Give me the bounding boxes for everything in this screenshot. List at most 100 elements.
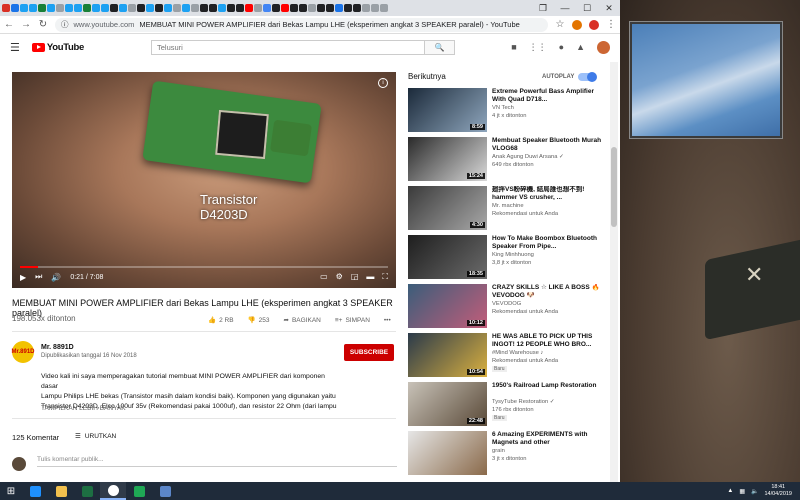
scroll-thumb[interactable] — [611, 147, 617, 227]
tab-favicon-icon[interactable] — [56, 4, 64, 12]
tab-favicon-icon[interactable] — [92, 4, 100, 12]
clock[interactable]: 18:41 14/04/2019 — [764, 484, 792, 498]
create-video-icon[interactable]: ■ — [511, 42, 516, 52]
recommendation-title[interactable]: HE WAS ABLE TO PICK UP THIS INGOT! 12 PE… — [492, 333, 604, 349]
tab-favicon-icon[interactable] — [326, 4, 334, 12]
tab-favicon-icon[interactable] — [299, 4, 307, 12]
volume-tray-icon[interactable]: 🔈 — [751, 488, 758, 495]
video-player[interactable]: Transistor D4203D i ▶ ⏭ 🔊 0:21 / 7:08 ▭ … — [12, 72, 396, 288]
tab-favicon-icon[interactable] — [20, 4, 28, 12]
recommendation-title[interactable]: Extreme Powerful Bass Amplifier With Qua… — [492, 88, 604, 104]
search-input[interactable] — [151, 39, 425, 55]
channel-avatar[interactable]: Mr.891D — [12, 341, 35, 363]
taskbar-app-excel[interactable] — [74, 482, 100, 500]
dislike-button[interactable]: 👎 253 — [248, 316, 270, 325]
youtube-logo[interactable]: YouTube — [31, 42, 84, 53]
recommendation-item[interactable]: 10:12 CRAZY SKILLS ☆ LIKE A BOSS 🔥 VEVOD… — [408, 284, 608, 333]
video-thumbnail[interactable]: 4:30 — [408, 186, 487, 230]
video-thumbnail[interactable]: 10:54 — [408, 333, 487, 377]
tab-favicon-icon[interactable] — [245, 4, 253, 12]
search-button[interactable]: 🔍 — [425, 39, 455, 55]
network-icon[interactable]: ▦ — [739, 488, 745, 495]
forward-icon[interactable]: → — [21, 19, 31, 30]
video-thumbnail[interactable]: 22:48 — [408, 382, 487, 426]
close-icon[interactable]: ✕ — [598, 0, 620, 16]
video-thumbnail[interactable] — [408, 431, 487, 475]
toggle-switch[interactable] — [578, 72, 598, 82]
tab-favicon-icon[interactable] — [362, 4, 370, 12]
recommendation-title[interactable]: 6 Amazing EXPERIMENTS with Magnets and o… — [492, 431, 604, 447]
tab-favicon-icon[interactable] — [47, 4, 55, 12]
tab-favicon-icon[interactable] — [371, 4, 379, 12]
recommendation-item[interactable]: 10:54 HE WAS ABLE TO PICK UP THIS INGOT!… — [408, 333, 608, 382]
miniplayer-icon[interactable]: ◲ — [351, 272, 359, 282]
maximize-icon[interactable]: ☐ — [576, 0, 598, 16]
settings-gear-icon[interactable]: ⚙ — [336, 272, 343, 282]
notifications-bell-icon[interactable]: ▲ — [576, 42, 585, 52]
tab-favicon-icon[interactable] — [164, 4, 172, 12]
bookmark-star-icon[interactable]: ☆ — [555, 19, 565, 30]
tab-favicon-icon[interactable] — [290, 4, 298, 12]
messages-icon[interactable]: ● — [559, 42, 564, 52]
tab-favicon-icon[interactable] — [173, 4, 181, 12]
reload-icon[interactable]: ↻ — [38, 19, 48, 30]
tab-favicon-icon[interactable] — [83, 4, 91, 12]
extension-icon[interactable] — [572, 19, 582, 30]
recommendation-title[interactable]: 廻拌VS粉碎機, 結局誰也想不到! hammer VS crusher, ... — [492, 186, 604, 202]
tab-favicon-icon[interactable] — [209, 4, 217, 12]
tab-favicon-icon[interactable] — [182, 4, 190, 12]
tab-favicon-icon[interactable] — [308, 4, 316, 12]
recommendation-title[interactable]: 1950's Railroad Lamp Restoration — [492, 382, 604, 390]
tab-favicon-icon[interactable] — [119, 4, 127, 12]
tab-favicon-icon[interactable] — [137, 4, 145, 12]
tab-favicon-icon[interactable] — [11, 4, 19, 12]
tab-favicon-icon[interactable] — [191, 4, 199, 12]
tab-favicon-icon[interactable] — [227, 4, 235, 12]
tab-favicon-icon[interactable] — [353, 4, 361, 12]
tray-arrow-icon[interactable]: ▲ — [727, 488, 733, 494]
subscribe-button[interactable]: SUBSCRIBE — [344, 344, 394, 361]
recommendation-title[interactable]: How To Make Boombox Bluetooth Speaker Fr… — [492, 235, 604, 251]
taskbar-app-ie[interactable] — [22, 482, 48, 500]
recommendation-item[interactable]: 6 Amazing EXPERIMENTS with Magnets and o… — [408, 431, 608, 480]
tab-favicon-icon[interactable] — [272, 4, 280, 12]
tab-favicon-icon[interactable] — [155, 4, 163, 12]
save-button[interactable]: ≡+ SIMPAN — [335, 317, 370, 324]
tab-favicon-icon[interactable] — [146, 4, 154, 12]
taskbar-app-explorer[interactable] — [48, 482, 74, 500]
channel-name[interactable]: Mr. 8891D — [41, 344, 74, 351]
tab-favicon-icon[interactable] — [380, 4, 388, 12]
sort-comments-button[interactable]: ☰ URUTKAN — [75, 432, 116, 441]
show-more-button[interactable]: TAMPILKAN LEBIH BANYAK — [41, 405, 126, 412]
apps-grid-icon[interactable]: ⋮⋮ — [529, 42, 547, 53]
recommendation-item[interactable]: 18:35 How To Make Boombox Bluetooth Spea… — [408, 235, 608, 284]
tab-favicon-icon[interactable] — [200, 4, 208, 12]
info-icon[interactable]: i — [378, 78, 388, 88]
recommendation-item[interactable]: 22:48 1950's Railroad Lamp Restoration T… — [408, 382, 608, 431]
tab-favicon-icon[interactable] — [254, 4, 262, 12]
theater-mode-icon[interactable]: ▬ — [366, 272, 374, 282]
progress-bar[interactable] — [20, 266, 388, 268]
tab-favicon-icon[interactable] — [110, 4, 118, 12]
comment-input[interactable]: Tulis komentar publik... — [37, 456, 397, 467]
video-thumbnail[interactable]: 8:59 — [408, 88, 487, 132]
video-thumbnail[interactable]: 18:35 — [408, 235, 487, 279]
page-scrollbar[interactable] — [610, 62, 618, 482]
video-thumbnail[interactable]: 15:24 — [408, 137, 487, 181]
restore-icon[interactable]: ❐ — [532, 0, 554, 16]
desktop-photo-window[interactable] — [630, 22, 782, 138]
recommendation-item[interactable]: 8:59 Extreme Powerful Bass Amplifier Wit… — [408, 88, 608, 137]
tab-favicon-icon[interactable] — [128, 4, 136, 12]
tab-favicon-icon[interactable] — [317, 4, 325, 12]
minimize-icon[interactable]: — — [554, 0, 576, 16]
video-thumbnail[interactable]: 10:12 — [408, 284, 487, 328]
tab-favicon-icon[interactable] — [236, 4, 244, 12]
tab-favicon-icon[interactable] — [281, 4, 289, 12]
taskbar-app-green-app[interactable] — [126, 482, 152, 500]
fullscreen-icon[interactable]: ⛶ — [382, 272, 388, 282]
next-icon[interactable]: ⏭ — [35, 272, 42, 282]
account-avatar[interactable] — [597, 40, 610, 54]
back-icon[interactable]: ← — [4, 19, 14, 30]
tab-favicon-icon[interactable] — [218, 4, 226, 12]
play-icon[interactable]: ▶ — [20, 273, 26, 282]
